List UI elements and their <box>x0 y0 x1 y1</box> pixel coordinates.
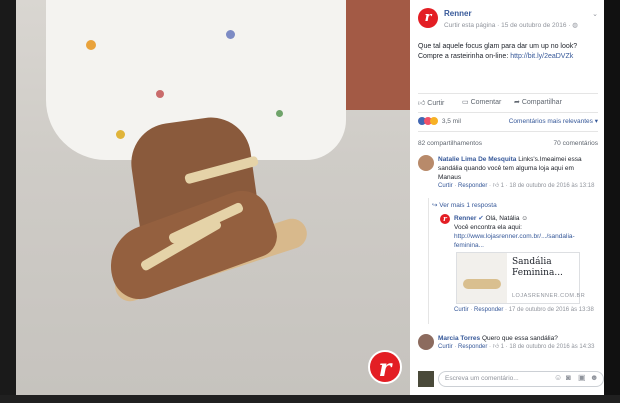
reactions-row: 3,5 mil Comentários mais relevantes ▾ <box>418 117 598 127</box>
reply-like-link[interactable]: Curtir <box>454 307 469 313</box>
product-thumbnail <box>457 253 507 303</box>
like-label: Curtir <box>427 100 445 107</box>
comment-composer: Escreva um comentário... ☺ ◙ ▣ ☻ <box>418 370 604 388</box>
sandal-thumb <box>463 279 501 289</box>
comment-like-link[interactable]: Curtir <box>438 183 453 189</box>
comment-like-link[interactable]: Curtir <box>438 344 453 350</box>
reply-text: Você encontra ela aqui: <box>454 224 522 231</box>
reply-author[interactable]: Renner <box>454 215 476 222</box>
share-button[interactable]: ➦ Compartilhar <box>514 98 562 106</box>
thumbs-up-icon: 👍︎ <box>492 344 499 350</box>
reply-date: 17 de outubro de 2016 às 13:38 <box>508 307 594 313</box>
action-bar: 👍︎ Curtir ▭ Comentar ➦ Compartilhar <box>418 98 598 110</box>
share-icon: ➦ <box>514 99 520 106</box>
comment-count[interactable]: 70 comentários <box>554 140 598 147</box>
bottom-strip <box>0 395 620 403</box>
comment-filter-label: Comentários mais relevantes <box>508 118 593 125</box>
chevron-down-icon[interactable]: ⌄ <box>592 10 598 18</box>
comment-author[interactable]: Natalie Lima De Mesquita <box>438 156 516 163</box>
comment-text: Quero que essa sandália? <box>480 335 558 342</box>
thumbs-up-icon: 👍︎ <box>418 100 426 107</box>
page-avatar[interactable]: r <box>418 8 438 28</box>
comment-meta: Curtir · Responder · 👍︎ 1 · 18 de outubr… <box>438 344 595 350</box>
flower-print <box>276 110 283 117</box>
share-count[interactable]: 82 compartilhamentos <box>418 140 482 147</box>
comment-author[interactable]: Marcia Torres <box>438 335 480 342</box>
flower-print <box>156 90 164 98</box>
reply-link[interactable]: http://www.lojasrenner.com.br/.../sandal… <box>454 233 575 249</box>
flower-print <box>86 40 96 50</box>
more-replies-link[interactable]: ↪ Ver mais 1 resposta <box>432 202 497 209</box>
counts-row: 82 compartilhamentos 70 comentários <box>418 140 598 147</box>
reply-reply-link[interactable]: Responder <box>474 307 503 313</box>
comment-label: Comentar <box>470 99 502 106</box>
comment-filter[interactable]: Comentários mais relevantes ▾ <box>509 117 598 125</box>
post-meta-text: Curtir esta página · 15 de outubro de 20… <box>444 22 573 29</box>
reply-meta: Curtir · Responder · 17 de outubro de 20… <box>454 307 594 313</box>
comment-reply-link[interactable]: Responder <box>458 344 487 350</box>
reply-meta-row: Curtir · Responder · 17 de outubro de 20… <box>454 306 594 326</box>
share-label: Compartilhar <box>521 99 562 106</box>
like-button[interactable]: 👍︎ Curtir <box>418 98 444 107</box>
comment-body: Marcia Torres Quero que essa sandália? C… <box>438 334 596 352</box>
wall <box>340 0 410 110</box>
comment-likes: 1 <box>500 344 505 350</box>
post-meta: Curtir esta página · 15 de outubro de 20… <box>444 21 578 29</box>
divider <box>418 112 598 113</box>
post-header: r Renner Curtir esta página · 15 de outu… <box>418 8 598 34</box>
smile-icon: ☺ <box>521 215 528 222</box>
comment-date: 18 de outubro de 2016 às 14:33 <box>509 344 595 350</box>
divider <box>418 131 598 132</box>
more-replies-label: Ver mais 1 resposta <box>439 202 497 209</box>
gif-icon[interactable]: ▣ <box>578 373 586 382</box>
link-preview-card[interactable]: Sandália Feminina... LOJASRENNER.COM.BR <box>456 252 585 304</box>
page-scrollbar[interactable] <box>604 0 620 395</box>
flower-print <box>226 30 235 39</box>
reply-thread-line <box>428 198 429 324</box>
card-title: Sandália Feminina... <box>512 257 563 278</box>
comment-item: Natalie Lima De Mesquita Links's.Imeaime… <box>418 155 598 195</box>
page-avatar[interactable]: r <box>440 214 450 224</box>
reply-item: r Renner ✔ Olá, Natália ☺ Você encontra … <box>440 214 600 250</box>
reply-body: Renner ✔ Olá, Natália ☺ Você encontra el… <box>454 214 598 250</box>
emoji-icon[interactable]: ☺ <box>554 373 562 382</box>
comment-date: 18 de outubro de 2016 às 13:18 <box>509 183 595 189</box>
reaction-count[interactable]: 3,5 mil <box>442 118 461 125</box>
renner-logo: r <box>368 350 402 384</box>
reply-arrow-icon: ↪ <box>432 202 438 209</box>
comment-icon: ▭ <box>462 99 469 106</box>
comment-likes: 1 <box>500 183 505 189</box>
post-photo[interactable]: r <box>16 0 410 395</box>
post-side-panel: r Renner Curtir esta página · 15 de outu… <box>410 0 604 395</box>
avatar[interactable] <box>418 155 434 171</box>
avatar[interactable] <box>418 334 434 350</box>
comment-meta: Curtir · Responder · 👍︎ 1 · 18 de outubr… <box>438 183 595 189</box>
more-replies[interactable]: ↪ Ver mais 1 resposta <box>432 201 592 211</box>
post-text: Que tal aquele focus glam para dar um up… <box>418 42 598 62</box>
sticker-icon[interactable]: ☻ <box>590 373 598 382</box>
page-name[interactable]: Renner <box>444 9 472 18</box>
post-link[interactable]: http://bit.ly/2eaDVZk <box>510 53 573 60</box>
reply-greeting: Olá, Natália <box>483 215 520 222</box>
card-domain: LOJASRENNER.COM.BR <box>512 293 586 299</box>
wow-reaction-icon[interactable] <box>430 117 438 125</box>
flower-print <box>116 130 125 139</box>
comment-reply-link[interactable]: Responder <box>458 183 487 189</box>
globe-icon: ◍ <box>572 22 578 29</box>
comment-body: Natalie Lima De Mesquita Links's.Imeaime… <box>438 155 596 191</box>
current-user-avatar <box>418 371 434 387</box>
divider <box>418 93 598 94</box>
comment-button[interactable]: ▭ Comentar <box>462 98 501 106</box>
thumbs-up-icon: 👍︎ <box>492 183 499 189</box>
camera-icon[interactable]: ◙ <box>566 373 571 382</box>
comment-item: Marcia Torres Quero que essa sandália? C… <box>418 334 598 364</box>
